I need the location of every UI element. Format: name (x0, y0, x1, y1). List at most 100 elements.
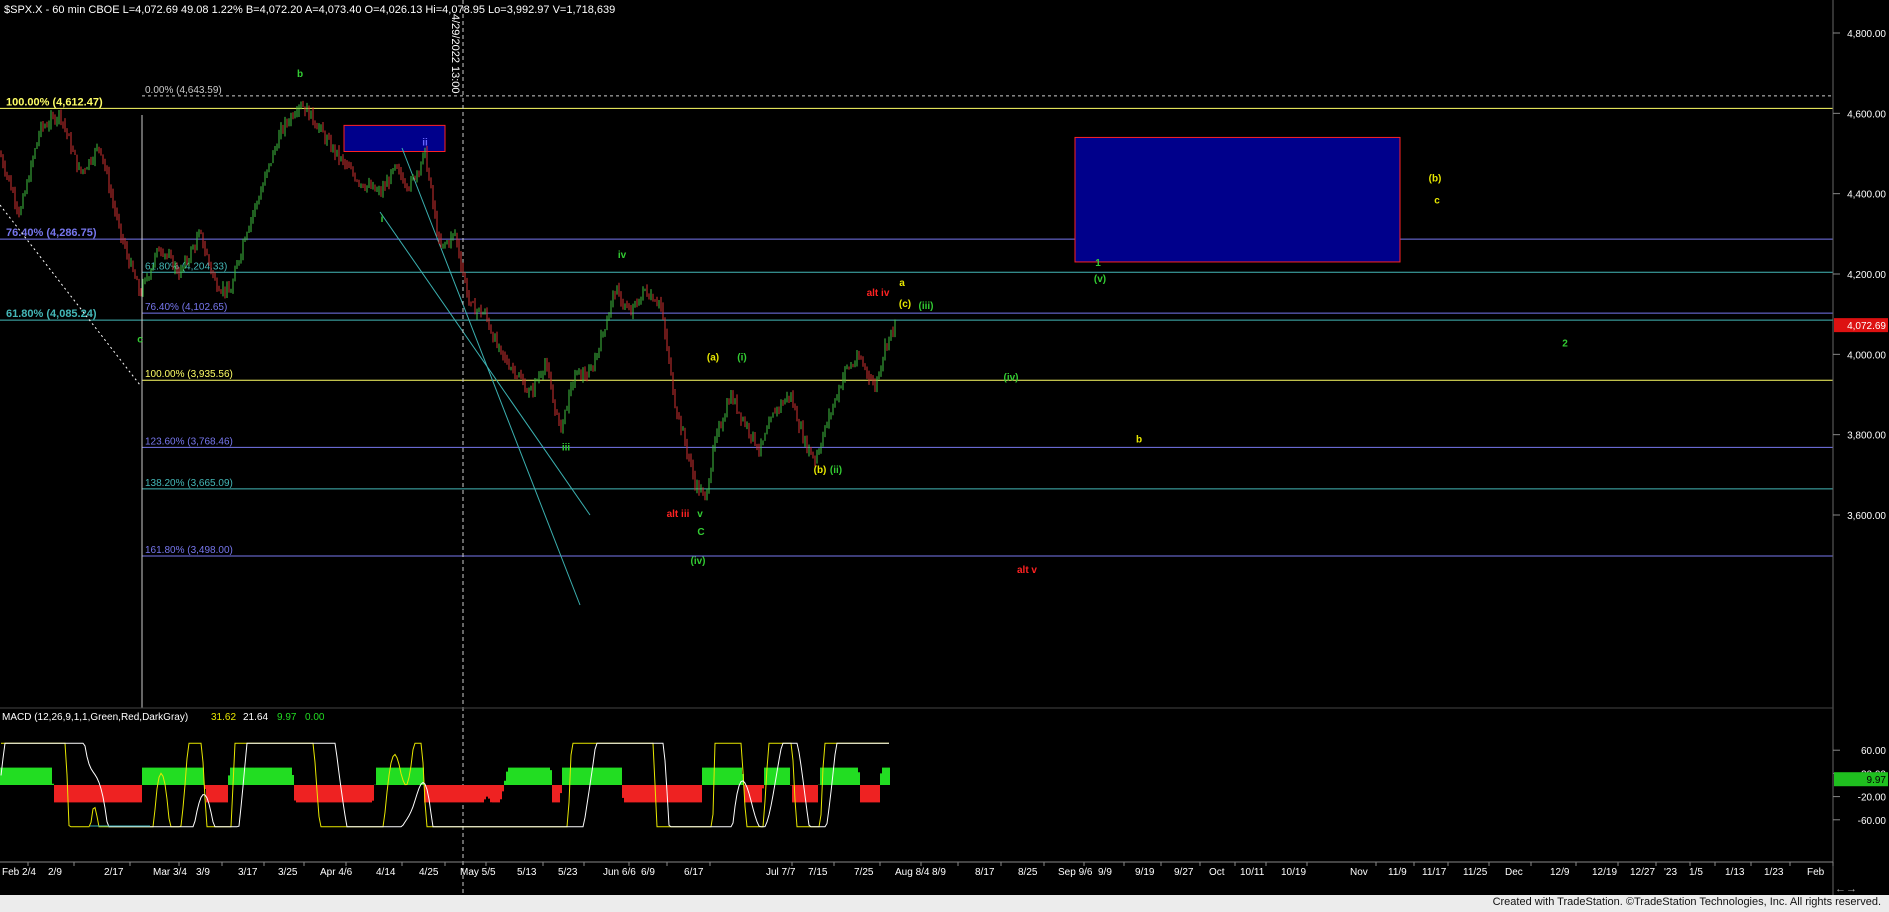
wave-label: i (381, 214, 384, 225)
fib-label: 123.60% (3,768.46) (145, 436, 233, 447)
time-tick-label: 11/17 (1422, 867, 1447, 878)
time-tick-label: 11/9 (1388, 867, 1407, 878)
time-tick-label: 7/15 (808, 867, 828, 878)
price-pane: 0.00% (4,643.59) 100.00% (4,612.47) 76.40%… (0, 0, 1833, 895)
footer: Created with TradeStation. ©TradeStation… (0, 895, 1889, 912)
wave-label: (b) (1429, 174, 1442, 185)
wave-label: alt iv (867, 288, 890, 299)
time-tick-label: Sep 9/6 (1058, 867, 1093, 878)
wave-label: iv (618, 250, 627, 261)
header-quote: $SPX.X - 60 min CBOE L=4,072.69 49.08 1.… (4, 4, 615, 16)
time-tick-label: 5/13 (517, 867, 537, 878)
fib-label: 76.40% (4,286.75) (6, 227, 97, 239)
fib-label: 100.00% (4,612.47) (6, 96, 103, 108)
time-tick-label: Feb (1807, 867, 1825, 878)
time-tick-label: 1/13 (1725, 867, 1745, 878)
wave-label: (v) (1094, 274, 1106, 285)
wave-label: 2 (1562, 338, 1568, 349)
price-tick-label: 4,200.00 (1847, 270, 1886, 281)
wave-label: alt iii (667, 509, 690, 520)
wave-label: C (697, 527, 704, 538)
fib-label: 161.80% (3,498.00) (145, 545, 233, 556)
price-tick-label: 4,400.00 (1847, 190, 1886, 201)
wave-label: iii (562, 443, 571, 454)
wave-label: (iv) (691, 556, 706, 567)
time-tick-label: 10/11 (1240, 867, 1265, 878)
time-tick-label: 3/17 (238, 867, 258, 878)
time-tick-label: 10/19 (1281, 867, 1306, 878)
time-tick-label: 8/17 (975, 867, 995, 878)
wave-label: alt v (1017, 565, 1037, 576)
wave-label: (ii) (830, 465, 842, 476)
macd-value-4: 0.00 (305, 712, 325, 723)
time-tick-label: 5/23 (558, 867, 578, 878)
time-tick-label: Aug 8/4 (895, 867, 930, 878)
time-tick-label: 2/9 (48, 867, 62, 878)
time-tick-label: 12/19 (1592, 867, 1617, 878)
wave-label: (i) (737, 352, 746, 363)
wave-label: (iv) (1004, 372, 1019, 383)
wave-label: (b) (814, 465, 827, 476)
macd-value-2: 21.64 (243, 712, 268, 723)
target-box (343, 124, 446, 152)
wave-label: (a) (707, 352, 719, 363)
time-tick-label: Oct (1209, 867, 1225, 878)
fib-label: 61.80% (4,085.24) (6, 308, 97, 320)
time-tick-label: '23 (1664, 867, 1677, 878)
time-tick-label: 2/17 (104, 867, 124, 878)
vertical-date-label: 4/29/2022 13:00 (449, 14, 461, 94)
wave-label: (iii) (919, 301, 934, 312)
time-tick-label: Jul 7/7 (766, 867, 796, 878)
time-tick-label: Jun 6/6 (603, 867, 636, 878)
target-box (1074, 136, 1401, 263)
fib-label: 100.00% (3,935.56) (145, 369, 233, 380)
time-tick-label: Apr 4/6 (320, 867, 353, 878)
wave-label: ii (422, 137, 428, 148)
time-tick-label: 4/14 (376, 867, 396, 878)
wave-label: c (137, 334, 143, 345)
fib-label: 138.20% (3,665.09) (145, 478, 233, 489)
wave-label: a (899, 278, 905, 289)
time-tick-label: 9/9 (1098, 867, 1112, 878)
time-tick-label: 3/9 (196, 867, 210, 878)
macd-tick-label: -60.00 (1858, 816, 1887, 827)
footer-credit: Created with TradeStation. ©TradeStation… (1492, 896, 1881, 908)
time-tick-label: Nov (1350, 867, 1368, 878)
fib-label: 0.00% (4,643.59) (145, 85, 222, 96)
price-tick-label: 4,000.00 (1847, 350, 1886, 361)
time-tick-label: 12/27 (1630, 867, 1655, 878)
time-tick-label: 11/25 (1463, 867, 1488, 878)
stock-chart: 0.00% (4,643.59) 100.00% (4,612.47) 76.40%… (0, 0, 1888, 895)
fib-label: 76.40% (4,102.65) (145, 302, 227, 313)
time-tick-label: Dec (1505, 867, 1523, 878)
macd-title: MACD (12,26,9,1,1,Green,Red,DarkGray) (2, 712, 188, 723)
macd-value-1: 31.62 (211, 712, 236, 723)
price-axis: 4,800.00 4,600.00 4,400.00 4,200.00 4,000.00… (1832, 0, 1888, 895)
macd-pane: MACD (12,26,9,1,1,Green,Red,DarkGray) 31… (0, 707, 1888, 828)
time-tick-label: 8/9 (932, 867, 946, 878)
time-tick-label: 6/9 (641, 867, 655, 878)
time-axis: Feb 2/4 2/9 2/17 Mar 3/4 3/9 3/17 3/25 Apr 4/6 4… (0, 861, 1834, 878)
time-tick-label: 1/5 (1689, 867, 1703, 878)
macd-series: 60.0020.00-20.00-60.009.97 (0, 742, 1888, 828)
wave-label: (c) (899, 299, 911, 310)
last-price-label: 4,072.69 (1847, 321, 1886, 332)
time-tick-label: 6/17 (684, 867, 704, 878)
time-tick-label: Mar 3/4 (153, 867, 187, 878)
price-tick-label: 4,800.00 (1847, 29, 1886, 40)
wave-label: b (1136, 435, 1142, 446)
wave-label: 1 (1095, 258, 1101, 269)
time-tick-label: 9/27 (1174, 867, 1194, 878)
price-tick-label: 3,800.00 (1847, 431, 1886, 442)
scroll-arrow-icon[interactable]: ←→ (1835, 883, 1857, 895)
macd-tick-label: -20.00 (1858, 793, 1887, 804)
fib-label: 61.80% (4,204.33) (145, 261, 227, 272)
macd-last-label: 9.97 (1867, 775, 1887, 786)
wave-label: v (697, 509, 703, 520)
time-tick-label: 7/25 (854, 867, 874, 878)
time-tick-label: 3/25 (278, 867, 298, 878)
macd-tick-label: 60.00 (1861, 746, 1886, 757)
price-tick-label: 4,600.00 (1847, 109, 1886, 120)
time-tick-label: Feb 2/4 (2, 867, 36, 878)
time-tick-label: 12/9 (1550, 867, 1570, 878)
